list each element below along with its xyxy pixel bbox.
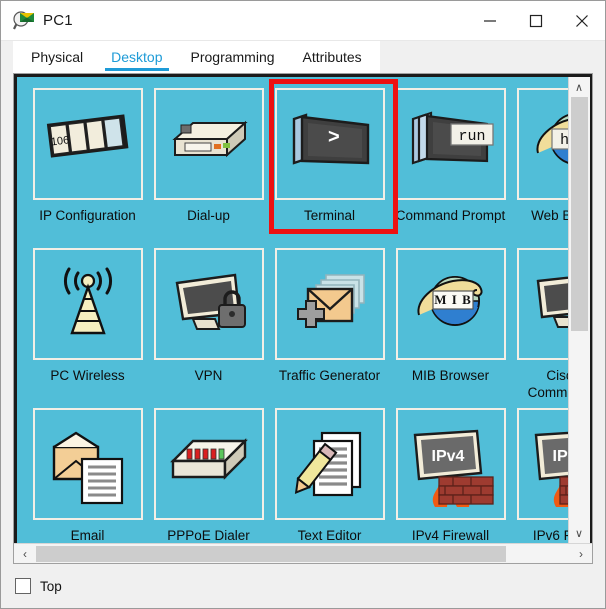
text-editor-iconbox [274,408,385,520]
desktop-item-ip-configuration[interactable]: 106 IP Configuration [27,83,148,243]
text-editor-icon [294,431,361,497]
desktop-item-label: Web Browser [531,208,568,223]
desktop-item-web-browser[interactable]: http: Web Browser [511,83,568,243]
ip-configuration-badge: 106 [50,134,70,148]
top-checkbox[interactable] [15,578,31,594]
close-button[interactable] [559,1,605,41]
desktop-item-label: PPPoE Dialer [167,528,250,543]
ipv6-firewall-iconbox: IPv6 [516,408,568,520]
desktop-item-command-prompt[interactable]: run Command Prompt [390,83,511,243]
desktop-item-label: IP Configuration [39,208,136,223]
web-browser-badge: http: [560,131,568,148]
tab-attributes[interactable]: Attributes [289,41,376,73]
desktop-item-email[interactable]: Email [27,403,148,543]
desktop-item-label: VPN [194,368,223,383]
desktop-item-label: Command Prompt [395,208,506,223]
ip-configuration-iconbox: 106 [32,88,143,200]
desktop-item-label: IPv6 Firewall [532,528,568,543]
desktop-icon-grid: 106 IP Configuration Dial-up > Terminal … [27,83,568,543]
desktop-item-label: PC Wireless [50,368,125,383]
desktop-item-label: Traffic Generator [278,368,381,383]
desktop-item-label: Text Editor [297,528,362,543]
cisco-ip-communicator-iconbox [516,248,568,360]
mib-browser-icon: M I B [416,276,482,326]
ipv4-firewall-badge: IPv4 [431,448,464,465]
command-prompt-icon: run [411,111,494,165]
window-controls [467,1,605,41]
email-icon [52,431,123,505]
tab-desktop[interactable]: Desktop [97,41,176,73]
horizontal-scrollbar[interactable]: ‹ › [14,543,592,563]
ipv6-firewall-icon: IPv6 [534,431,568,507]
pc-wireless-iconbox [32,248,143,360]
terminal-badge: > [328,126,340,148]
vertical-scroll-track[interactable] [568,97,590,523]
footer-bar: Top [1,564,605,608]
desktop-item-label: IPv4 Firewall [411,528,490,543]
desktop-item-cisco-ip-communicator[interactable]: Cisco IP Communicator [511,243,568,403]
minimize-button[interactable] [467,1,513,41]
ip-configuration-icon: 106 [46,114,128,158]
tab-physical[interactable]: Physical [17,41,97,73]
vpn-iconbox [153,248,264,360]
traffic-generator-icon [296,274,365,328]
desktop-item-label: MIB Browser [411,368,490,383]
desktop-item-dial-up[interactable]: Dial-up [148,83,269,243]
desktop-item-traffic-generator[interactable]: Traffic Generator [269,243,390,403]
desktop-item-label: Dial-up [187,208,230,223]
desktop-item-vpn[interactable]: VPN [148,243,269,403]
scroll-right-icon[interactable]: › [570,544,592,564]
desktop-item-pc-wireless[interactable]: PC Wireless [27,243,148,403]
scroll-left-icon[interactable]: ‹ [14,544,36,564]
tab-programming[interactable]: Programming [177,41,289,73]
desktop-item-pppoe-dialer[interactable]: PPPoE Dialer [148,403,269,543]
desktop-item-mib-browser[interactable]: M I B MIB Browser [390,243,511,403]
vpn-icon [175,273,246,330]
pc1-window: PC1 Physical Desktop Programming Attribu… [0,0,606,609]
dial-up-iconbox [153,88,264,200]
title-bar: PC1 [1,1,605,41]
scroll-down-icon[interactable]: ∨ [568,523,590,543]
horizontal-scroll-track[interactable] [36,544,570,564]
ipv4-firewall-icon: IPv4 [413,429,494,507]
vertical-scrollbar[interactable]: ∧ ∨ [568,77,590,543]
terminal-iconbox: > [274,88,385,200]
scroll-up-icon[interactable]: ∧ [568,77,590,97]
packet-tracer-icon [13,10,35,32]
command-prompt-badge: run [458,128,485,145]
desktop-item-label: Email [70,528,105,543]
window-title: PC1 [43,12,73,29]
dial-up-icon [171,120,248,158]
desktop-item-terminal[interactable]: > Terminal [269,83,390,243]
pppoe-dialer-icon [169,438,248,480]
desktop-item-label: Cisco IP Communicator [527,368,568,400]
tab-strip: Physical Desktop Programming Attributes [1,41,605,73]
web-browser-iconbox: http: [516,88,568,200]
top-checkbox-label: Top [40,578,62,594]
desktop-item-ipv4-firewall[interactable]: IPv4 IPv4 Firewall [390,403,511,543]
horizontal-scroll-thumb[interactable] [36,545,506,562]
ipv4-firewall-iconbox: IPv4 [395,408,506,520]
web-browser-icon: http: [535,114,568,164]
desktop-panel: 106 IP Configuration Dial-up > Terminal … [13,73,593,564]
desktop-item-text-editor[interactable]: Text Editor [269,403,390,543]
mib-browser-iconbox: M I B [395,248,506,360]
desktop-item-label: Terminal [303,208,355,223]
pc-wireless-icon [63,267,112,335]
cisco-ip-communicator-icon [536,276,568,328]
mib-browser-badge: M I B [434,292,472,307]
desktop-icon-area[interactable]: 106 IP Configuration Dial-up > Terminal … [17,77,568,543]
traffic-generator-iconbox [274,248,385,360]
maximize-button[interactable] [513,1,559,41]
desktop-item-ipv6-firewall[interactable]: IPv6 [511,403,568,543]
desktop-panel-body: 106 IP Configuration Dial-up > Terminal … [14,74,592,543]
pppoe-dialer-iconbox [153,408,264,520]
terminal-icon: > [292,113,369,165]
ipv6-firewall-badge: IPv6 [552,448,568,465]
email-iconbox [32,408,143,520]
command-prompt-iconbox: run [395,88,506,200]
vertical-scroll-thumb[interactable] [570,97,588,332]
